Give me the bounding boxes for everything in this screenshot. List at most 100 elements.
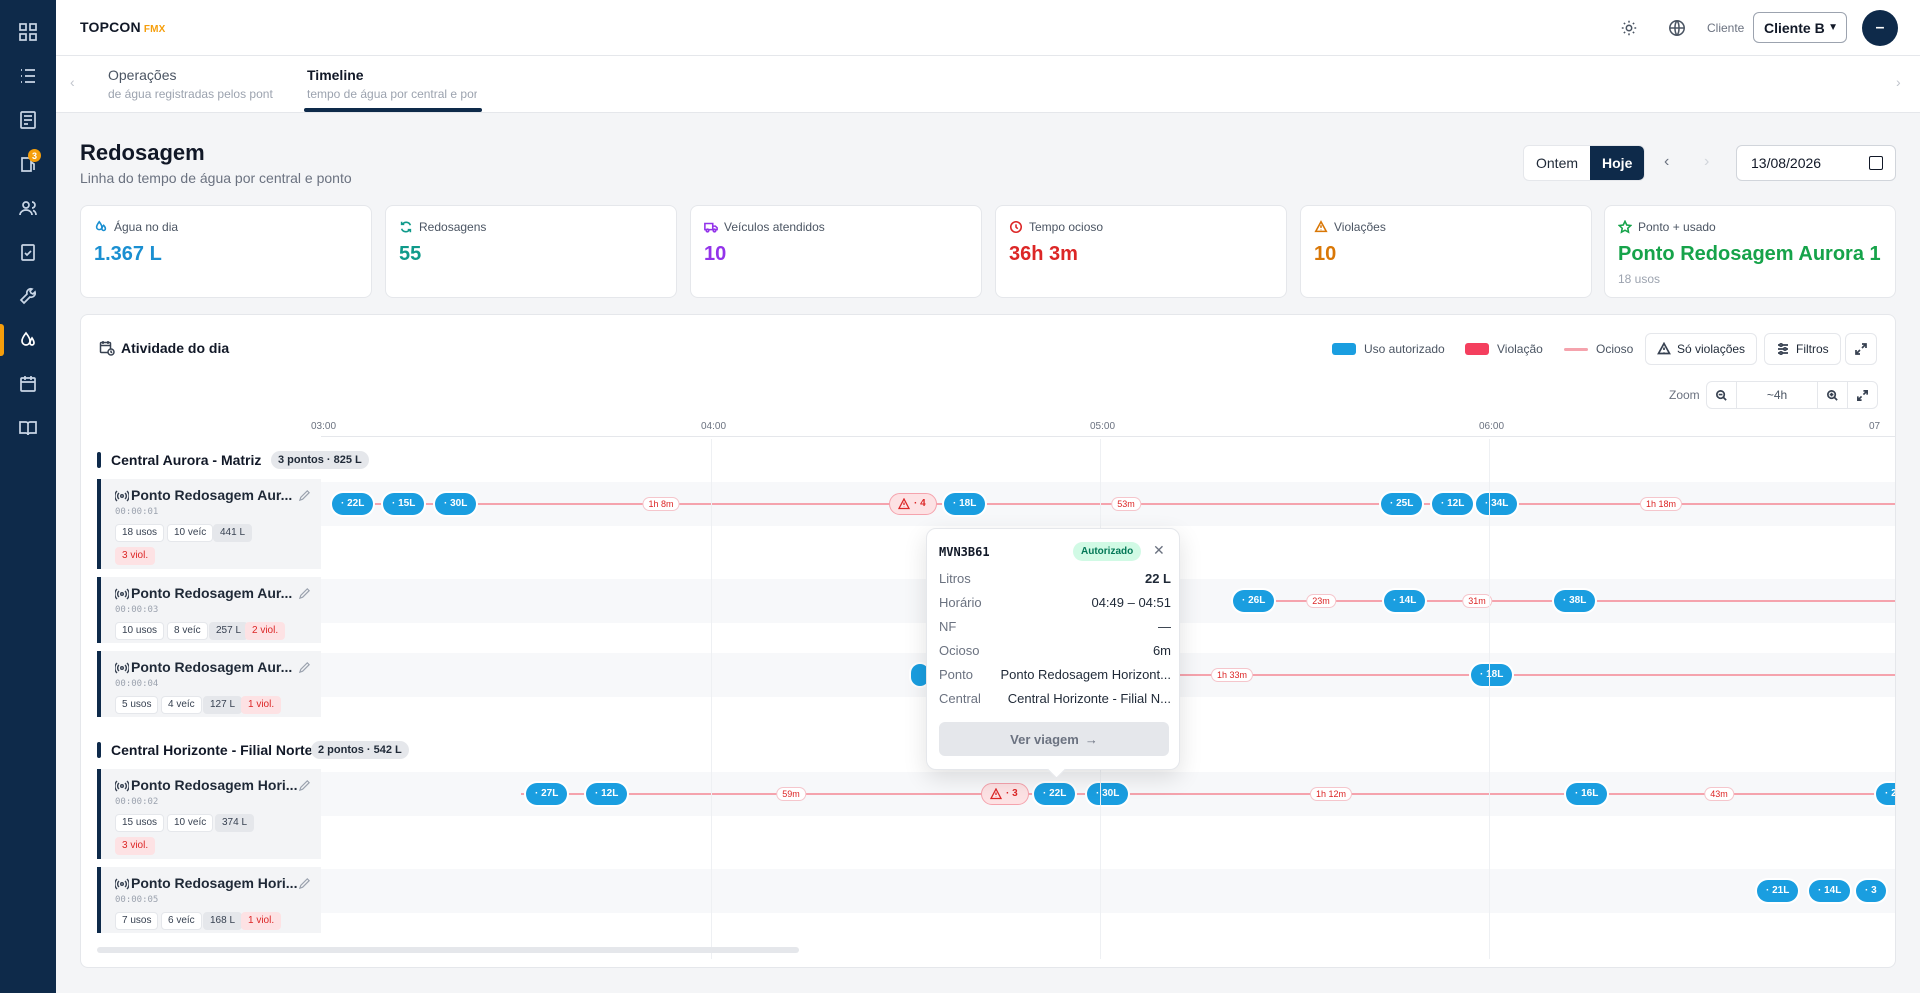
user-avatar[interactable]: – [1862, 10, 1898, 46]
use-pill[interactable]: · 34L [1476, 493, 1518, 515]
idle-label: 31m [1462, 594, 1492, 608]
use-pill[interactable]: · 27L [526, 783, 568, 805]
popover-row-ponto: Ponto Ponto Redosagem Horizont... [939, 667, 1171, 682]
date-input[interactable]: 13/08/2026 [1736, 145, 1896, 181]
wrench-icon[interactable] [16, 284, 40, 308]
use-pill[interactable]: · 38L [1554, 590, 1596, 612]
vehicles-chip: 6 veíc [161, 912, 202, 930]
point-row-header[interactable]: Ponto Redosagem Aur... 00:00:03 10 usos … [97, 577, 321, 643]
status-badge: Autorizado [1073, 542, 1142, 561]
hour-label: 05:00 [1090, 421, 1116, 432]
point-name: Ponto Redosagem Hori... [131, 875, 298, 891]
group-marker [97, 452, 101, 468]
expand-button[interactable] [1845, 333, 1877, 365]
zoom-out-icon[interactable] [1707, 382, 1737, 408]
water-icon[interactable] [16, 328, 40, 352]
stat-value: Ponto Redosagem Aurora 1 [1618, 243, 1881, 265]
popover-row-litros: Litros 22 L [939, 571, 1171, 586]
point-code: 00:00:01 [115, 507, 159, 517]
tab-timeline[interactable]: Timeline tempo de água por central e por [307, 67, 485, 113]
group-title: Central Horizonte - Filial Norte [111, 742, 313, 758]
warning-icon [1657, 342, 1671, 355]
sliders-icon [1778, 342, 1788, 356]
yesterday-button[interactable]: Ontem [1524, 146, 1590, 180]
calendar-icon[interactable] [1869, 156, 1883, 170]
liters-chip: 374 L [215, 814, 255, 832]
timeline-track: 59m 1h 12m 43m · 27L · 12L · 3 · 22L · 3… [321, 772, 1895, 816]
page-title: Redosagem [80, 140, 205, 165]
violation-pill[interactable]: · 4 [889, 493, 937, 515]
signal-icon [115, 780, 129, 792]
uses-chip: 18 usos [115, 524, 165, 542]
book-icon[interactable] [16, 416, 40, 440]
point-name: Ponto Redosagem Aur... [131, 585, 293, 601]
filters-button[interactable]: Filtros [1764, 333, 1841, 365]
use-pill[interactable]: · 2 [1876, 783, 1895, 805]
legend-idle: Ocioso [1564, 342, 1633, 356]
globe-icon[interactable] [1666, 17, 1688, 39]
use-pill[interactable]: · 14L [1809, 880, 1851, 902]
day-toggle: Ontem Hoje [1523, 145, 1646, 181]
brand-logo[interactable]: TOPCON FMX [80, 19, 166, 35]
use-pill[interactable]: · 18L [944, 493, 986, 515]
checklist-icon[interactable] [16, 240, 40, 264]
stat-card-redosagens: Redosagens 55 [385, 205, 677, 298]
dashboard-icon[interactable] [16, 20, 40, 44]
zoom-in-icon[interactable] [1817, 382, 1847, 408]
edit-icon[interactable] [298, 779, 311, 792]
use-pill[interactable]: · 15L [383, 493, 425, 515]
tabs-scroll-left-icon[interactable]: ‹ [70, 74, 75, 90]
clock-icon [1009, 220, 1023, 234]
use-pill[interactable]: · 30L [1087, 783, 1129, 805]
use-pill[interactable]: · 25L [1381, 493, 1423, 515]
use-pill-selected[interactable]: · 22L [1034, 783, 1076, 805]
use-pill[interactable]: · 21L [1757, 880, 1799, 902]
use-pill[interactable]: · 12L [1432, 493, 1474, 515]
violation-pill[interactable]: · 3 [981, 783, 1029, 805]
point-row-header[interactable]: Ponto Redosagem Hori... 00:00:02 15 usos… [97, 769, 321, 859]
event-popover: MVN3B61 Autorizado ✕ Litros 22 L Horário 0… [926, 528, 1180, 770]
fit-icon[interactable] [1847, 382, 1877, 408]
today-button[interactable]: Hoje [1590, 146, 1645, 180]
view-trip-button[interactable]: Ver viagem → [939, 722, 1169, 756]
edit-icon[interactable] [298, 587, 311, 600]
point-row-header[interactable]: Ponto Redosagem Aur... 00:00:01 18 usos … [97, 479, 321, 569]
use-pill[interactable]: · 12L [586, 783, 628, 805]
popover-row-central: Central Central Horizonte - Filial N... [939, 691, 1171, 706]
stat-value: 10 [704, 243, 727, 265]
active-tab-underline [304, 108, 482, 112]
use-pill[interactable]: · 26L [1233, 590, 1275, 612]
time-axis [321, 436, 1895, 437]
edit-icon[interactable] [298, 661, 311, 674]
close-icon[interactable]: ✕ [1153, 542, 1165, 559]
tab-bar: ‹ Operações de água registradas pelos po… [56, 56, 1920, 113]
refresh-icon [400, 221, 412, 233]
idle-label: 1h 12m [1309, 787, 1353, 801]
edit-icon[interactable] [298, 877, 311, 890]
client-select[interactable]: Cliente B ▼ [1753, 12, 1847, 43]
point-row-header[interactable]: Ponto Redosagem Hori... 00:00:05 7 usos … [97, 867, 321, 933]
tab-operacoes[interactable]: Operações de água registradas pelos pont [108, 67, 278, 113]
only-violations-button[interactable]: Só violações [1645, 333, 1758, 365]
tabs-scroll-right-icon[interactable]: › [1896, 74, 1901, 90]
use-pill[interactable]: · 3 [1856, 880, 1886, 902]
users-icon[interactable] [16, 196, 40, 220]
sidebar: 3 [0, 0, 56, 993]
point-row-header[interactable]: Ponto Redosagem Aur... 00:00:04 5 usos 4… [97, 651, 321, 717]
use-pill[interactable]: · 16L [1566, 783, 1608, 805]
use-pill[interactable]: · 22L [332, 493, 374, 515]
report-icon[interactable] [16, 108, 40, 132]
settings-icon[interactable] [1618, 17, 1640, 39]
uses-chip: 7 usos [115, 912, 159, 930]
calendar-clock-icon[interactable] [16, 372, 40, 396]
use-pill[interactable]: · 18L [1471, 664, 1513, 686]
next-day-icon[interactable]: › [1704, 153, 1709, 171]
edit-icon[interactable] [298, 489, 311, 502]
list-icon[interactable] [16, 64, 40, 88]
point-name: Ponto Redosagem Hori... [131, 777, 298, 793]
previous-day-icon[interactable]: ‹ [1664, 153, 1669, 171]
hour-label: 04:00 [701, 421, 727, 432]
horizontal-scrollbar[interactable] [97, 947, 799, 953]
use-pill[interactable]: · 30L [435, 493, 477, 515]
use-pill[interactable]: · 14L [1384, 590, 1426, 612]
